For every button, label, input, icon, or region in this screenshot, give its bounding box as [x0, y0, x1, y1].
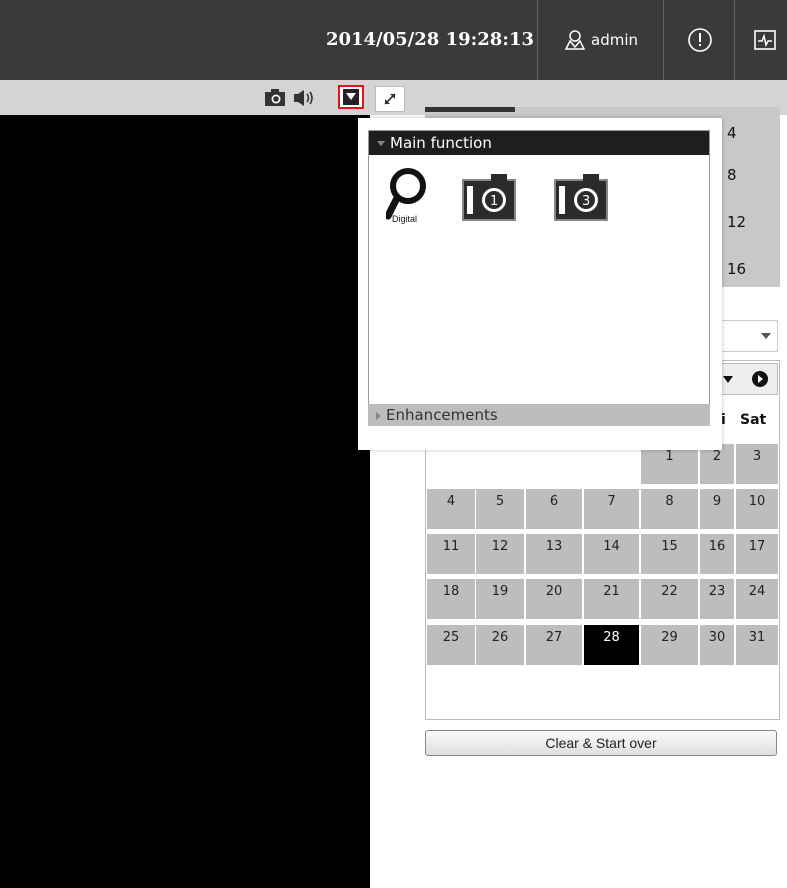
calendar-day[interactable]: 19	[476, 579, 524, 619]
clear-start-over-button[interactable]: Clear & Start over	[425, 730, 777, 756]
calendar-day-selected[interactable]: 28	[584, 625, 639, 665]
monitor-button[interactable]	[734, 0, 787, 80]
calendar-day[interactable]: 26	[476, 625, 524, 665]
user-icon	[564, 30, 586, 50]
calendar-day[interactable]: 7	[584, 489, 639, 529]
alert-button[interactable]	[663, 0, 735, 80]
main-function-label: Main function	[390, 134, 492, 152]
calendar-day[interactable]: 29	[641, 625, 698, 665]
calendar-day[interactable]: 6	[526, 489, 582, 529]
calendar-day[interactable]: 15	[641, 534, 698, 574]
expand-icon	[384, 93, 396, 105]
main-function-header[interactable]: Main function	[369, 131, 709, 155]
camera-icon	[265, 89, 285, 106]
calendar-day[interactable]: 3	[736, 444, 778, 484]
calendar-day[interactable]: 22	[641, 579, 698, 619]
camera-3-icon: 3	[554, 174, 608, 221]
calendar-day[interactable]: 23	[700, 579, 734, 619]
calendar-day[interactable]: 17	[736, 534, 778, 574]
layout-option[interactable]: 16	[727, 260, 746, 278]
weekday-header: Sat	[740, 412, 767, 428]
layout-option[interactable]: 8	[727, 166, 737, 184]
camera-3-button[interactable]: 3	[553, 172, 609, 226]
calendar-day[interactable]: 10	[736, 489, 778, 529]
camera-1-button[interactable]: 1	[461, 172, 517, 226]
collapsed-triangle-icon	[376, 411, 381, 420]
calendar-day[interactable]: 18	[427, 579, 475, 619]
calendar-day[interactable]: 21	[584, 579, 639, 619]
snapshot-button[interactable]	[263, 88, 287, 108]
calendar-day[interactable]: 20	[526, 579, 582, 619]
calendar-day[interactable]: 9	[700, 489, 734, 529]
next-month-icon[interactable]	[751, 371, 768, 387]
layout-option[interactable]: 4	[727, 124, 737, 142]
layout-tab-indicator	[425, 107, 515, 112]
calendar-day[interactable]: 4	[427, 489, 475, 529]
calendar-day[interactable]: 24	[736, 579, 778, 619]
speaker-icon	[294, 90, 313, 106]
calendar-day[interactable]: 1	[641, 444, 698, 484]
alert-icon	[687, 28, 712, 52]
video-view[interactable]	[0, 115, 370, 888]
calendar-day[interactable]: 2	[700, 444, 734, 484]
camera-3-number: 3	[582, 194, 590, 209]
expand-triangle-icon	[377, 141, 385, 146]
calendar-day[interactable]: 27	[526, 625, 582, 665]
calendar-day[interactable]: 8	[641, 489, 698, 529]
user-menu-button[interactable]: admin	[537, 0, 664, 80]
audio-button[interactable]	[292, 88, 318, 108]
enhancements-header[interactable]: Enhancements	[368, 404, 710, 426]
digital-label: Digital	[392, 214, 417, 224]
datetime-display: 2014/05/28 19:28:13	[325, 29, 534, 50]
digital-zoom-button[interactable]: Digital	[384, 166, 440, 228]
monitor-icon	[754, 30, 776, 50]
calendar-day[interactable]: 25	[427, 625, 475, 665]
user-name: admin	[591, 31, 638, 49]
layout-option[interactable]: 12	[727, 213, 746, 231]
calendar-day[interactable]: 16	[700, 534, 734, 574]
month-dropdown-icon[interactable]	[722, 375, 733, 383]
calendar-day[interactable]: 11	[427, 534, 475, 574]
calendar-day[interactable]: 30	[700, 625, 734, 665]
camera-1-icon: 1	[462, 174, 516, 221]
function-dropdown-button[interactable]	[338, 85, 364, 109]
calendar-day[interactable]: 14	[584, 534, 639, 574]
digital-zoom-icon: Digital	[384, 168, 426, 224]
calendar-day[interactable]: 31	[736, 625, 778, 665]
fullscreen-button[interactable]	[375, 86, 405, 112]
top-bar: 2014/05/28 19:28:13 admin	[0, 0, 787, 80]
camera-1-number: 1	[490, 194, 498, 209]
chevron-down-icon	[761, 333, 771, 339]
enhancements-label: Enhancements	[386, 406, 498, 424]
dropdown-icon	[343, 89, 359, 105]
calendar-day[interactable]: 12	[476, 534, 524, 574]
calendar-day[interactable]: 13	[526, 534, 582, 574]
calendar-day[interactable]: 5	[476, 489, 524, 529]
